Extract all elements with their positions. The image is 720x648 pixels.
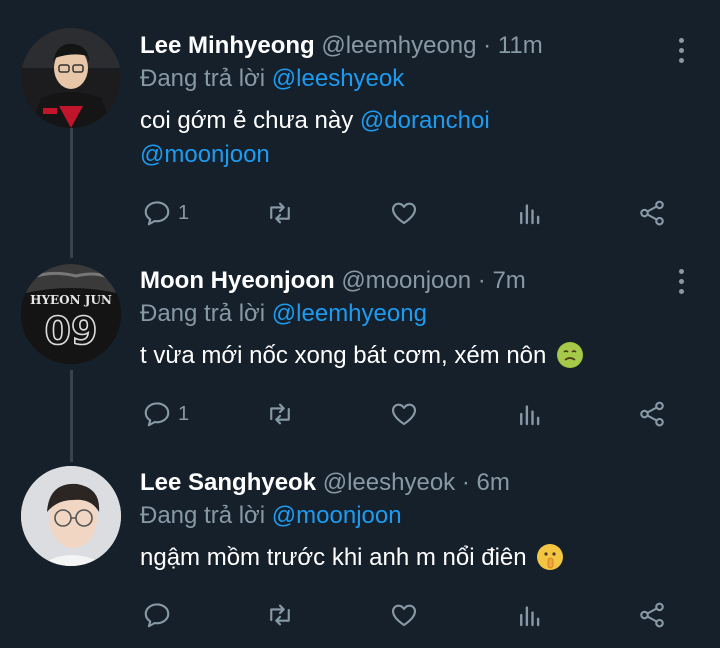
- mention-link[interactable]: @moonjoon: [140, 141, 270, 168]
- timestamp[interactable]: 7m: [492, 267, 525, 294]
- more-options-icon[interactable]: [676, 269, 686, 294]
- tweet-body: ngậm mồm trước khi anh m nổi điên: [140, 541, 700, 575]
- tweet-text: coi gớm ẻ chưa này: [140, 107, 354, 134]
- reply-button[interactable]: [142, 595, 178, 635]
- retweet-button[interactable]: [265, 394, 295, 434]
- avatar-photo: [21, 28, 121, 128]
- tweet-header: Moon Hyeonjoon @moonjoon · 7m: [140, 266, 700, 296]
- separator-dot: ·: [461, 469, 470, 496]
- display-name[interactable]: Moon Hyeonjoon: [140, 267, 335, 294]
- analytics-button[interactable]: [515, 193, 545, 233]
- avatar-photo: [21, 466, 121, 566]
- share-button[interactable]: [637, 394, 667, 434]
- tweet-actions: 1: [140, 193, 680, 233]
- user-handle[interactable]: @leeshyeok: [323, 469, 455, 496]
- analytics-icon: [520, 204, 540, 225]
- replying-mention[interactable]: @leemhyeong: [272, 300, 427, 327]
- tweet-text: t vừa mới nốc xong bát cơm, xém nôn: [140, 342, 547, 369]
- reply-icon: [144, 201, 170, 226]
- replying-prefix: Đang trả lời: [140, 65, 266, 92]
- tweet[interactable]: HYEON JUN 09 Moon Hyeonjoon @moonjoon · …: [0, 250, 720, 450]
- share-button[interactable]: [637, 193, 667, 233]
- replying-to: Đang trả lời @moonjoon: [140, 501, 700, 531]
- retweet-icon: [270, 403, 290, 425]
- like-button[interactable]: [389, 595, 419, 635]
- reply-button[interactable]: 1: [142, 394, 189, 434]
- more-options-icon[interactable]: [676, 38, 686, 63]
- replying-to: Đang trả lời @leemhyeong: [140, 299, 700, 329]
- tweet-header: Lee Sanghyeok @leeshyeok · 6m: [140, 468, 700, 498]
- tweet-actions: 1: [140, 394, 680, 434]
- like-button[interactable]: [389, 394, 419, 434]
- replying-prefix: Đang trả lời: [140, 300, 266, 327]
- tweet-body: t vừa mới nốc xong bát cơm, xém nôn: [140, 339, 700, 373]
- jersey-name-text: HYEON JUN: [30, 293, 112, 307]
- nauseated-face-icon: [557, 342, 584, 368]
- timestamp[interactable]: 6m: [477, 469, 510, 496]
- tweet[interactable]: Lee Sanghyeok @leeshyeok · 6m Đang trả l…: [0, 450, 720, 648]
- avatar[interactable]: HYEON JUN 09: [21, 264, 121, 364]
- replying-prefix: Đang trả lời: [140, 502, 266, 529]
- avatar-jersey-image: HYEON JUN 09: [21, 264, 121, 364]
- reply-icon: [144, 603, 170, 628]
- tweet-text: ngậm mồm trước khi anh m nổi điên: [140, 544, 527, 571]
- share-button[interactable]: [637, 595, 667, 635]
- retweet-icon: [270, 604, 290, 626]
- retweet-button[interactable]: [265, 595, 295, 635]
- reply-button[interactable]: 1: [142, 193, 189, 233]
- tweet[interactable]: Lee Minhyeong @leemhyeong · 11m Đang trả…: [0, 0, 720, 250]
- heart-icon: [391, 403, 417, 426]
- user-handle[interactable]: @moonjoon: [341, 267, 471, 294]
- mention-link[interactable]: @doranchoi: [360, 107, 490, 134]
- shushing-face-icon: [537, 544, 564, 570]
- tweet-body: coi gớm ẻ chưa này @doranchoi @moonjoon: [140, 104, 700, 172]
- replying-mention[interactable]: @moonjoon: [272, 502, 402, 529]
- share-icon: [640, 401, 664, 427]
- reply-count: 1: [178, 402, 190, 425]
- analytics-icon: [520, 606, 540, 627]
- reply-icon: [144, 402, 170, 427]
- avatar[interactable]: [21, 466, 121, 566]
- share-icon: [640, 602, 664, 628]
- retweet-button[interactable]: [265, 193, 295, 233]
- analytics-button[interactable]: [515, 595, 545, 635]
- display-name[interactable]: Lee Sanghyeok: [140, 469, 316, 496]
- display-name[interactable]: Lee Minhyeong: [140, 32, 315, 59]
- user-handle[interactable]: @leemhyeong: [321, 32, 476, 59]
- timestamp[interactable]: 11m: [498, 32, 543, 59]
- separator-dot: ·: [483, 32, 492, 59]
- share-icon: [640, 200, 664, 226]
- replying-mention[interactable]: @leeshyeok: [272, 65, 404, 92]
- avatar[interactable]: [21, 28, 121, 128]
- like-button[interactable]: [389, 193, 419, 233]
- heart-icon: [391, 604, 417, 627]
- analytics-button[interactable]: [515, 394, 545, 434]
- separator-dot: ·: [477, 267, 486, 294]
- analytics-icon: [520, 405, 540, 426]
- tweet-actions: [140, 595, 680, 635]
- jersey-number-text: 09: [45, 309, 98, 353]
- reply-count: 1: [178, 201, 190, 224]
- heart-icon: [391, 202, 417, 225]
- replying-to: Đang trả lời @leeshyeok: [140, 64, 700, 94]
- retweet-icon: [270, 202, 290, 224]
- tweet-header: Lee Minhyeong @leemhyeong · 11m: [140, 31, 700, 61]
